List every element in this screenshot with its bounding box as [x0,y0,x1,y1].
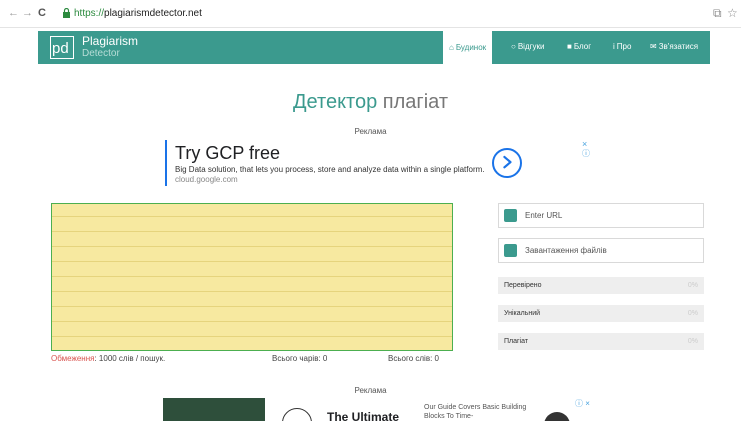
lock-icon [63,8,70,18]
ad-description-text: Big Data solution, that lets you process… [175,165,485,174]
forward-icon[interactable]: → [22,7,33,19]
url-scheme: https:// [74,8,105,19]
upload-files-label: Завантаження файлів [525,246,607,255]
ruled-line [52,231,452,232]
ad-description: Big Data solution, that lets you process… [175,165,505,185]
envelope-icon: ✉ [650,42,657,51]
page-title-rest: плагіат [382,91,448,113]
ad-close-icon[interactable]: × [582,140,587,149]
ruled-line [52,306,452,307]
bookmark-star-icon[interactable]: ☆ [727,6,738,20]
nav-contact-label: Зв'язатися [658,42,699,51]
stat-checked-label: Перевірено [504,282,542,289]
svg-text:pd: pd [52,40,69,57]
ad-arrow-icon[interactable] [492,148,522,178]
site-header: pd Plagiarism Detector ⌂ Будинок ○ Відгуки… [38,31,710,64]
nav-about-label: Про [616,42,632,51]
ruled-line [52,261,452,262]
nav-reviews-label: Відгуки [517,42,545,51]
logo-icon[interactable]: pd [50,36,74,59]
ad-image[interactable] [163,398,265,421]
ruled-line [52,336,452,337]
stat-unique-label: Унікальний [504,310,541,317]
stat-plagiarism: Плагіат 0% [498,333,704,350]
stat-plagiarism-label: Плагіат [504,338,529,345]
nav-contact[interactable]: ✉ Зв'язатися [650,39,698,55]
page-title-highlight: Детектор [293,91,378,113]
upload-files-button[interactable]: Завантаження файлів [498,238,704,263]
comment-icon: ○ [511,42,516,51]
nav-blog-label: Блог [573,42,592,51]
stat-unique-value: 0% [687,310,698,317]
char-count: Всього чарів: 0 [272,354,328,363]
nav-reviews[interactable]: ○ Відгуки [511,39,545,55]
limit-label: Обмеження [51,354,95,363]
ad-bottom-close-icon[interactable]: ⓘ × [575,399,590,408]
logo-sub: Detector [82,48,120,59]
limit-text: : 1000 слів / пошук. [94,354,166,363]
stat-checked-value: 0% [687,282,698,289]
ad-accent-bar [165,140,167,186]
enter-url-label: Enter URL [525,211,563,220]
reload-icon[interactable]: C [38,7,46,19]
briefcase-icon: ■ [567,42,572,51]
ruled-line [52,321,452,322]
word-limit-note: Обмеження: 1000 слів / пошук. [51,354,165,364]
folder-icon [504,244,517,257]
ad-top[interactable]: Try GCP free Big Data solution, that let… [165,140,595,190]
back-icon[interactable]: ← [8,7,19,19]
url-host: plagiarismdetector.net [104,8,202,19]
stat-checked: Перевірено 0% [498,277,704,294]
ad-go-icon[interactable] [544,412,570,421]
ruled-line [52,216,452,217]
ruled-line [52,291,452,292]
stat-unique: Унікальний 0% [498,305,704,322]
nav-home-label: Будинок [455,43,487,52]
link-icon [504,209,517,222]
page-title: Детектор плагіат [0,90,741,114]
ad-label-top: Реклама [354,127,387,136]
nav-home[interactable]: ⌂ Будинок [443,31,493,64]
enter-url-button[interactable]: Enter URL [498,203,704,228]
text-input-area[interactable] [51,203,453,351]
ad-bottom-description: Our Guide Covers Basic Building Blocks T… [424,404,527,420]
home-icon: ⌂ [449,43,454,52]
browser-toolbar: ← → C https://plagiarismdetector.net ⧉ ☆ [0,0,741,28]
ruled-line [52,276,452,277]
nav-blog[interactable]: ■ Блог [567,39,591,55]
ad-info-icon[interactable]: ⓘ [582,149,590,158]
nav-about[interactable]: i Про [613,39,631,55]
ad-logo-icon [282,408,312,421]
word-count: Всього слів: 0 [388,354,439,363]
ad-bottom[interactable]: The Ultimate Our Guide Covers Basic Buil… [163,398,593,421]
ad-label-bottom: Реклама [354,386,387,395]
ad-domain[interactable]: cloud.google.com [175,175,238,184]
translate-icon[interactable]: ⧉ [713,6,722,20]
info-icon: i [613,42,615,51]
stat-plagiarism-value: 0% [687,338,698,345]
logo-name: Plagiarism [82,34,139,48]
ad-bottom-headline[interactable]: The Ultimate [327,410,399,421]
address-bar[interactable]: https://plagiarismdetector.net [74,8,202,20]
ad-headline[interactable]: Try GCP free [175,142,280,164]
ruled-line [52,246,452,247]
